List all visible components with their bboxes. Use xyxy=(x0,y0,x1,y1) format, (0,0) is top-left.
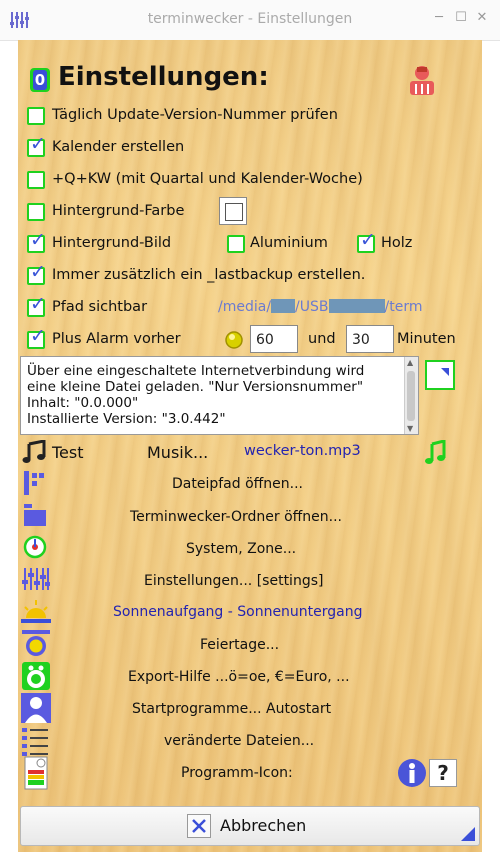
grid-icon xyxy=(24,471,44,495)
scrollbar-thumb[interactable] xyxy=(407,371,415,421)
corner-triangle-icon xyxy=(461,827,475,841)
startup-programs-button[interactable]: Startprogramme... Autostart xyxy=(132,701,331,717)
changed-files-button[interactable]: veränderte Dateien... xyxy=(164,733,314,749)
calendar-label: Kalender erstellen xyxy=(52,139,185,155)
q-kw-label: +Q+KW (mit Quartal und Kalender-Woche) xyxy=(52,171,363,187)
open-file-path-button[interactable]: Dateipfad öffnen... xyxy=(172,476,303,492)
check-mark-icon: ✓ xyxy=(30,133,46,155)
check-mark-icon: ✓ xyxy=(360,229,376,251)
sunrise-sunset-button[interactable]: Sonnenaufgang - Sonnenuntergang xyxy=(113,604,363,620)
zero-badge-label: 0 xyxy=(33,70,47,90)
resize-corner-button[interactable] xyxy=(425,360,455,390)
color-picker-button[interactable] xyxy=(219,197,247,225)
holz-label: Holz xyxy=(381,235,413,251)
title-bar: terminwecker - Einstellungen ─ ☐ ✕ xyxy=(0,0,500,41)
cancel-x-icon xyxy=(187,814,211,838)
path-visible-label: Pfad sichtbar xyxy=(52,299,148,315)
holiday-icon xyxy=(22,630,50,656)
cancel-button[interactable]: Abbrechen xyxy=(20,806,480,846)
program-icon-button[interactable]: Programm-Icon: xyxy=(181,765,293,781)
redacted-block xyxy=(328,299,385,313)
info-text-block: Über eine eingeschaltete Internetverbind… xyxy=(21,357,418,427)
path-display: /media/ /USB/term xyxy=(218,299,428,315)
folder-icon xyxy=(24,504,46,526)
calendar-checkbox[interactable]: ✓ xyxy=(27,135,46,157)
scroll-up-arrow-icon[interactable]: ▲ xyxy=(407,358,413,367)
alarm-minutes-1-input[interactable]: 60 xyxy=(250,325,298,353)
path-part-1: /media/ xyxy=(218,299,272,315)
update-check-checkbox[interactable] xyxy=(27,107,45,125)
clock-zone-icon xyxy=(23,535,47,559)
test-sound-button[interactable]: Test xyxy=(52,443,84,462)
settings-window: terminwecker - Einstellungen ─ ☐ ✕ 0 Ein… xyxy=(0,0,500,861)
und-label: und xyxy=(308,331,336,347)
scroll-down-arrow-icon[interactable]: ▼ xyxy=(407,424,413,433)
changed-files-icon xyxy=(22,728,48,756)
aluminium-checkbox[interactable] xyxy=(227,235,245,253)
music-select-button[interactable]: Musik... xyxy=(147,443,208,462)
umlaut-o-icon xyxy=(22,662,50,690)
corner-triangle-icon xyxy=(441,368,449,376)
check-mark-icon: ✓ xyxy=(30,229,46,251)
page-title: Einstellungen: xyxy=(58,62,269,92)
alarm-before-label: Plus Alarm vorher xyxy=(52,331,181,347)
update-check-label: Täglich Update-Version-Nummer prüfen xyxy=(52,107,338,123)
yellow-dot-icon xyxy=(225,331,243,349)
redacted-block xyxy=(271,299,296,313)
lastbackup-label: Immer zusätzlich ein _lastbackup erstell… xyxy=(52,267,366,283)
open-app-folder-button[interactable]: Terminwecker-Ordner öffnen... xyxy=(130,509,342,525)
color-swatch xyxy=(225,203,243,221)
alarm-minutes-2-input[interactable]: 30 xyxy=(346,325,394,353)
settings-file-button[interactable]: Einstellungen... [settings] xyxy=(144,573,323,589)
info-line: Installierte Version: "3.0.442" xyxy=(27,411,226,427)
sound-file-name: wecker-ton.mp3 xyxy=(244,443,361,459)
info-line: Über eine eingeschaltete Internetverbind… xyxy=(27,363,365,379)
info-scrollbar[interactable]: ▲ ▼ xyxy=(404,357,418,434)
sliders-icon xyxy=(22,568,50,590)
check-mark-icon: ✓ xyxy=(30,325,46,347)
music-note-icon xyxy=(22,440,46,463)
user-icon[interactable] xyxy=(408,64,436,96)
startup-programs-icon xyxy=(21,693,51,723)
close-button[interactable]: ✕ xyxy=(474,10,490,26)
info-textarea[interactable]: Über eine eingeschaltete Internetverbind… xyxy=(20,356,419,435)
path-visible-checkbox[interactable]: ✓ xyxy=(27,295,46,317)
green-music-icon[interactable] xyxy=(424,440,448,466)
maximize-button[interactable]: ☐ xyxy=(453,10,469,26)
alarm-before-checkbox[interactable]: ✓ xyxy=(27,327,46,349)
program-icon-preview xyxy=(24,756,48,790)
window-title: terminwecker - Einstellungen xyxy=(147,11,353,27)
q-kw-checkbox[interactable] xyxy=(27,171,45,189)
path-part-2: /USB xyxy=(295,299,329,315)
minutes-unit-label: Minuten xyxy=(397,331,456,347)
info-icon[interactable] xyxy=(397,758,427,788)
info-line: eine kleine Datei geladen. "Nur Versions… xyxy=(27,379,364,395)
holidays-button[interactable]: Feiertage... xyxy=(200,637,279,653)
minimize-button[interactable]: ─ xyxy=(431,10,447,26)
info-line: Inhalt: "0.0.000" xyxy=(27,395,139,411)
path-part-3: /term xyxy=(384,299,423,315)
export-help-button[interactable]: Export-Hilfe ...ö=oe, €=Euro, ... xyxy=(128,669,350,685)
bg-color-label: Hintergrund-Farbe xyxy=(52,203,185,219)
zero-badge-icon: 0 xyxy=(30,68,50,92)
aluminium-label: Aluminium xyxy=(250,235,328,251)
bg-image-label: Hintergrund-Bild xyxy=(52,235,172,251)
help-button[interactable]: ? xyxy=(429,759,457,787)
cancel-label: Abbrechen xyxy=(220,816,307,835)
holz-checkbox[interactable]: ✓ xyxy=(357,231,376,253)
bg-color-checkbox[interactable] xyxy=(27,203,45,221)
sunrise-icon xyxy=(21,600,51,623)
lastbackup-checkbox[interactable]: ✓ xyxy=(27,263,46,285)
check-mark-icon: ✓ xyxy=(30,261,46,283)
system-zone-button[interactable]: System, Zone... xyxy=(186,541,296,557)
bg-image-checkbox[interactable]: ✓ xyxy=(27,231,46,253)
check-mark-icon: ✓ xyxy=(30,293,46,315)
